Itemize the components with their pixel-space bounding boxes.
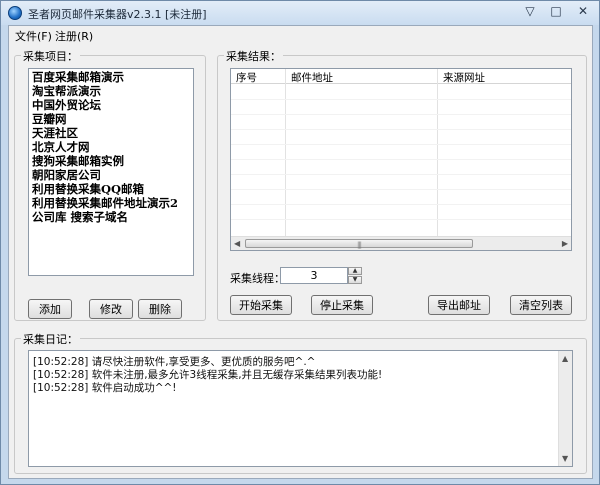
list-item[interactable]: 淘宝帮派演示 [32,85,101,98]
row-line [231,174,571,175]
row-line [231,114,571,115]
app-window: 圣者网页邮件采集器v2.3.1 [未注册] ▽ □ ✕ 文件(F) 注册(R) … [0,0,600,485]
minimize-button[interactable]: ▽ [517,2,543,20]
collect-items-list[interactable]: 百度采集邮箱演示 淘宝帮派演示 中国外贸论坛 豆瓣网 天涯社区 北京人才网 搜狗… [28,68,194,276]
stepper-down-icon[interactable]: ▼ [348,276,362,284]
row-line [231,189,571,190]
row-line [231,99,571,100]
results-group: 采集结果： 序号 邮件地址 来源网址 ◀ ||| ▶ 采集线程： 3 ▲ ▼ 开… [217,48,587,321]
scroll-up-icon[interactable]: ▲ [562,354,568,363]
list-item[interactable]: 公司库 搜索子域名 [32,211,128,224]
row-line [231,144,571,145]
row-line [231,219,571,220]
threads-label: 采集线程： [230,272,285,285]
list-item[interactable]: 北京人才网 [32,141,90,154]
column-header-email[interactable]: 邮件地址 [291,70,333,85]
horizontal-scrollbar[interactable]: ◀ ||| ▶ [231,236,571,250]
title-bar[interactable]: 圣者网页邮件采集器v2.3.1 [未注册] ▽ □ ✕ [1,1,599,25]
collect-items-legend: 采集项目： [21,48,80,64]
menu-bar: 文件(F) 注册(R) [9,26,592,44]
threads-stepper-buttons: ▲ ▼ [348,267,362,284]
grip-icon: ||| [356,241,362,249]
threads-stepper[interactable]: 3 [280,267,348,284]
row-line [231,159,571,160]
results-table-header: 序号 邮件地址 来源网址 [231,69,571,84]
list-item[interactable]: 利用替换采集邮件地址演示2 [32,197,178,210]
delete-button[interactable]: 删除 [138,299,182,319]
list-item[interactable]: 豆瓣网 [32,113,67,126]
column-header-index[interactable]: 序号 [236,70,257,85]
start-button[interactable]: 开始采集 [230,295,292,315]
add-button[interactable]: 添加 [28,299,72,319]
menu-register[interactable]: 注册(R) [55,28,93,44]
log-group: 采集日记： [10:52:28] 请尽快注册软件,享受更多、更优质的服务吧^.^… [14,331,587,474]
results-legend: 采集结果： [224,48,283,64]
stepper-up-icon[interactable]: ▲ [348,267,362,275]
scroll-thumb[interactable]: ||| [245,239,473,249]
list-item[interactable]: 百度采集邮箱演示 [32,71,124,84]
log-legend: 采集日记： [21,331,80,347]
results-table[interactable]: 序号 邮件地址 来源网址 ◀ ||| ▶ [230,68,572,251]
list-item[interactable]: 朝阳家居公司 [32,169,101,182]
list-item[interactable]: 天涯社区 [32,127,78,140]
stop-button[interactable]: 停止采集 [311,295,373,315]
clear-button[interactable]: 清空列表 [510,295,572,315]
scroll-left-icon[interactable]: ◀ [234,239,240,248]
client-area: 文件(F) 注册(R) 采集项目： 百度采集邮箱演示 淘宝帮派演示 中国外贸论坛… [8,25,593,479]
edit-button[interactable]: 修改 [89,299,133,319]
list-item[interactable]: 利用替换采集QQ邮箱 [32,183,144,196]
maximize-button[interactable]: □ [543,2,569,20]
row-line [231,129,571,130]
menu-file[interactable]: 文件(F) [15,28,52,44]
collect-items-group: 采集项目： 百度采集邮箱演示 淘宝帮派演示 中国外贸论坛 豆瓣网 天涯社区 北京… [14,48,206,321]
vertical-scrollbar[interactable]: ▲ ▼ [558,351,572,466]
column-header-source[interactable]: 来源网址 [443,70,485,85]
window-title: 圣者网页邮件采集器v2.3.1 [未注册] [28,8,207,21]
log-line: [10:52:28] 软件启动成功^^! [33,382,177,394]
close-button[interactable]: ✕ [569,2,597,20]
log-box[interactable]: [10:52:28] 请尽快注册软件,享受更多、更优质的服务吧^.^ [10:5… [28,350,573,467]
scroll-down-icon[interactable]: ▼ [562,454,568,463]
list-item[interactable]: 搜狗采集邮箱实例 [32,155,124,168]
scroll-right-icon[interactable]: ▶ [562,239,568,248]
app-icon [8,6,22,20]
list-item[interactable]: 中国外贸论坛 [32,99,101,112]
row-line [231,204,571,205]
export-button[interactable]: 导出邮址 [428,295,490,315]
